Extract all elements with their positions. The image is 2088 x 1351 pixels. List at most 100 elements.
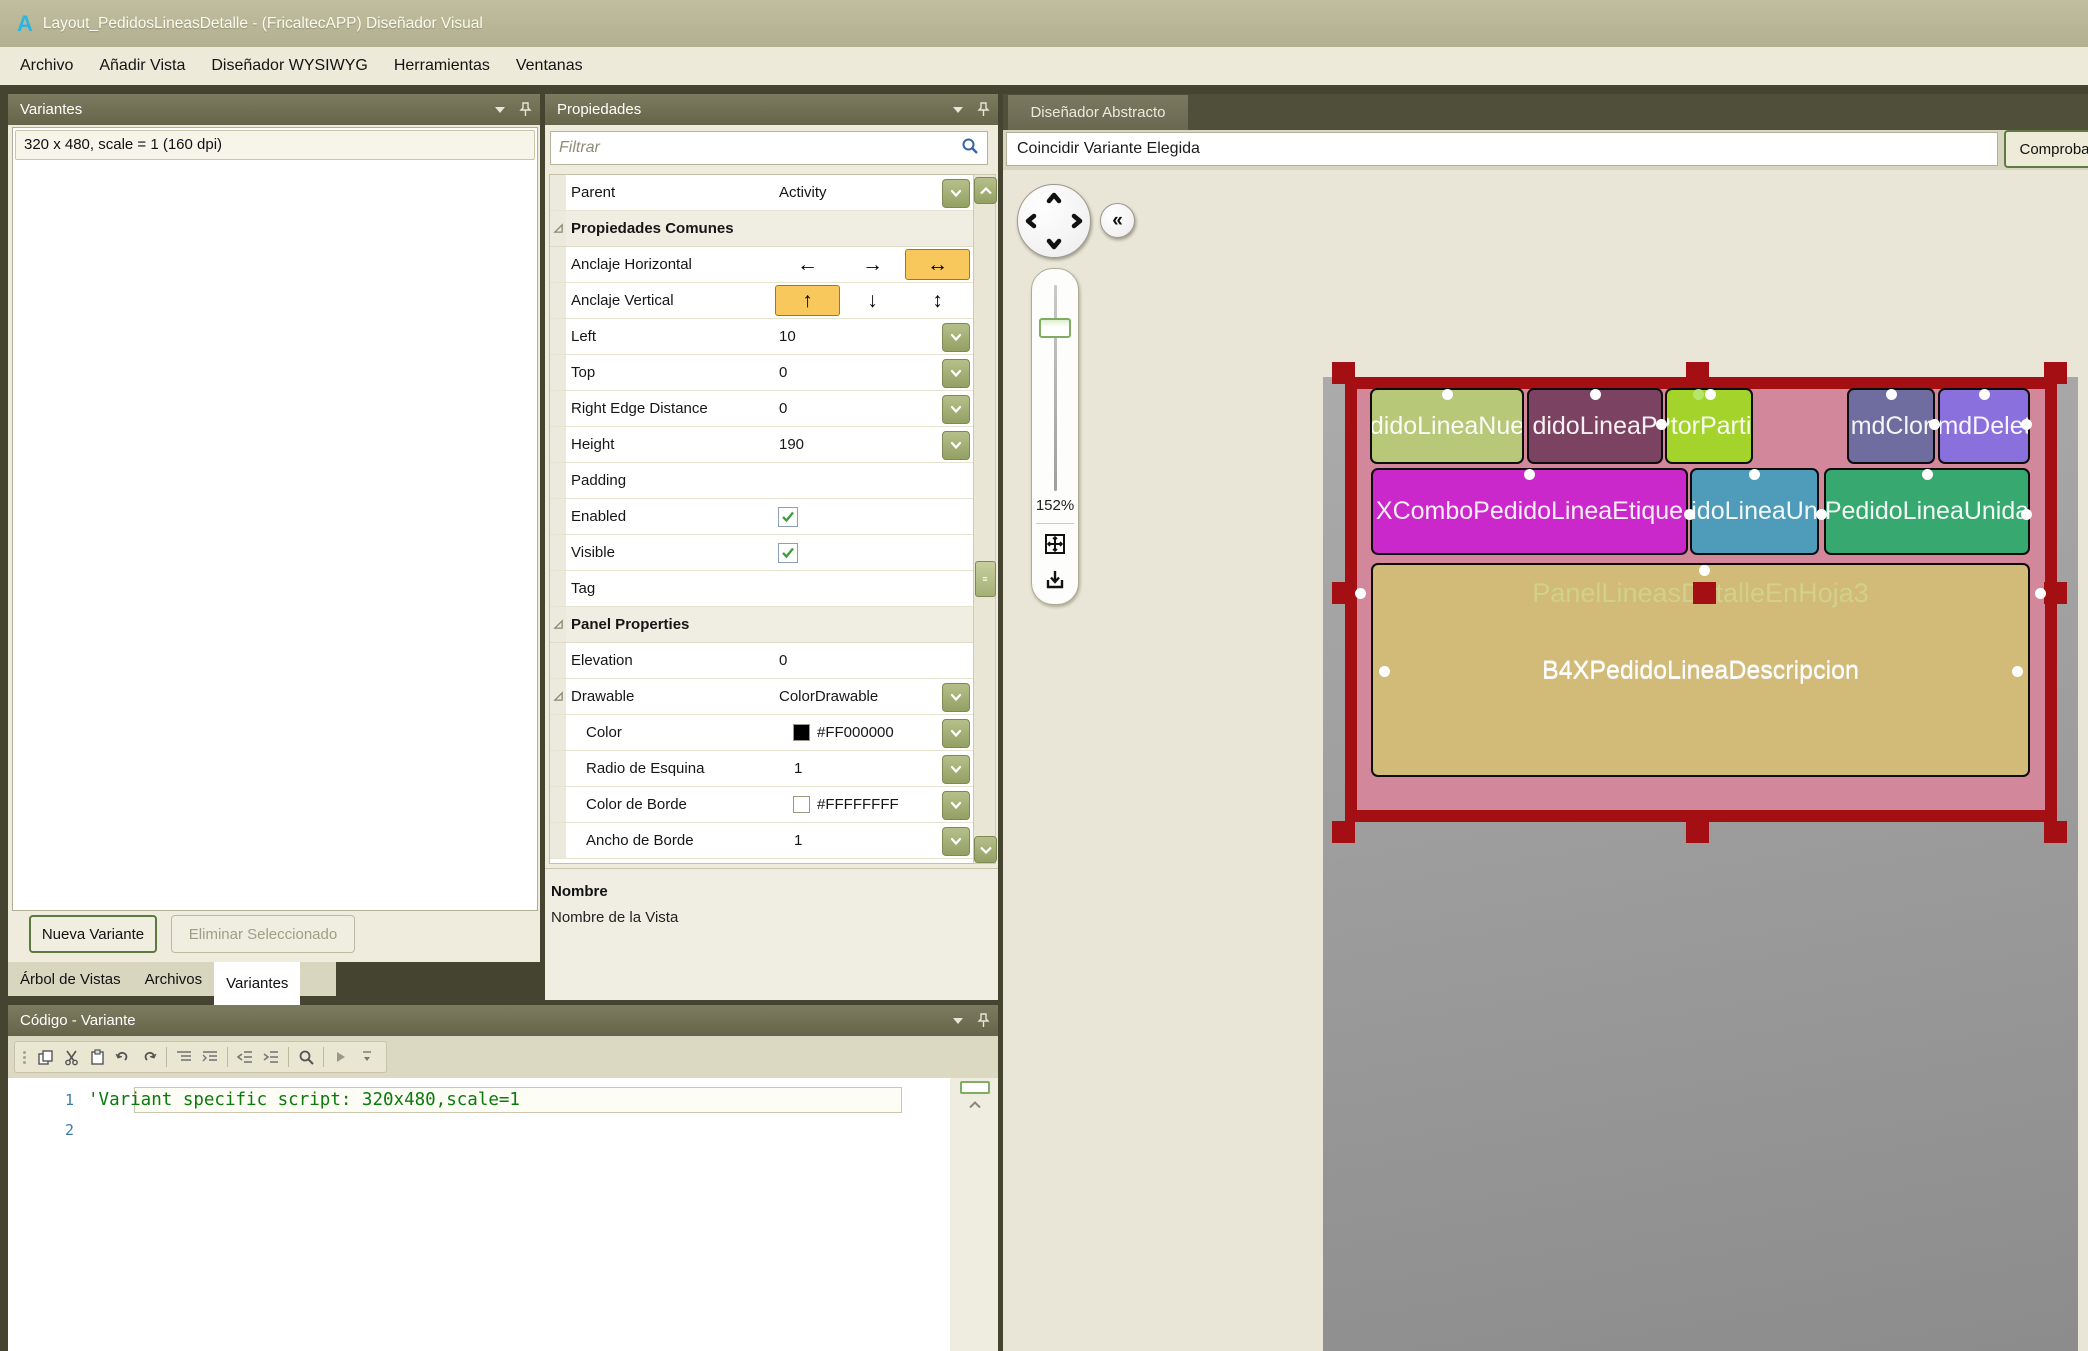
dock-tab-árbol-de-vistas[interactable]: Árbol de Vistas [8,962,133,996]
property-row-parent[interactable]: ParentActivity [550,175,973,211]
property-value[interactable] [775,499,973,534]
panel-menu-icon[interactable] [495,107,505,113]
dropdown-button[interactable] [942,395,970,424]
property-value[interactable]: 1 [790,751,973,786]
search-icon[interactable] [293,1045,319,1069]
anchor-dot[interactable] [1816,509,1827,520]
anchor-both-horizontal-icon[interactable]: ↔ [905,249,970,280]
outdent-block-icon[interactable] [232,1045,258,1069]
property-row-anclaje-horizontal[interactable]: Anclaje Horizontal←→↔ [550,247,973,283]
selection-handle[interactable] [1693,582,1716,604]
expand-triangle-icon[interactable] [550,679,566,714]
dropdown-button[interactable] [942,323,970,352]
selection-handle[interactable] [1332,582,1355,604]
anchor-both-vertical-icon[interactable]: ↕ [905,284,970,318]
anchor-dot[interactable] [1590,389,1601,400]
property-row-visible[interactable]: Visible [550,535,973,571]
pin-icon[interactable] [977,102,990,117]
dropdown-button[interactable] [942,827,970,856]
checkbox-enabled[interactable] [778,507,798,527]
code-editor-scrollbar[interactable] [952,1078,998,1351]
fit-to-screen-icon[interactable] [1040,530,1070,557]
anchor-dot[interactable] [1886,389,1897,400]
property-row-anclaje-vertical[interactable]: Anclaje Vertical↑↓↕ [550,283,973,319]
panel-menu-icon[interactable] [953,107,963,113]
anchor-bottom-icon[interactable]: ↓ [840,284,905,318]
property-value[interactable]: ↑↓↕ [775,283,973,318]
undo-icon[interactable] [110,1045,136,1069]
anchor-dot[interactable] [1656,419,1667,430]
variant-match-combobox[interactable]: Coincidir Variante Elegida [1006,132,1998,166]
property-grid-scrollbar[interactable]: ≡ [973,174,996,864]
menu-item-ventanas[interactable]: Ventanas [503,47,596,85]
tab-disenador-abstracto[interactable]: Diseñador Abstracto [1008,95,1188,130]
property-value[interactable] [775,463,973,498]
property-value[interactable] [775,535,973,570]
pin-icon[interactable] [519,102,532,117]
selection-handle[interactable] [1686,362,1709,384]
menu-item-añadir-vista[interactable]: Añadir Vista [86,47,198,85]
menu-item-archivo[interactable]: Archivo [7,47,86,85]
anchor-dot[interactable] [2012,666,2023,677]
abstract-designer-canvas[interactable]: « 152% didoLineaNuedidoLineaPPtorParticm… [1003,170,2088,1351]
anchor-dot[interactable] [1929,419,1940,430]
zoom-slider-track[interactable] [1054,285,1057,491]
menu-item-diseñador-wysiwyg[interactable]: Diseñador WYSIWYG [198,47,380,85]
anchor-dot[interactable] [1749,469,1760,480]
indent-list-2-icon[interactable] [197,1045,223,1069]
selection-handle[interactable] [1686,821,1709,843]
dropdown-button[interactable] [942,431,970,460]
anchor-dot-green[interactable] [1693,389,1704,400]
code-line[interactable]: 2 [8,1116,950,1144]
dropdown-button[interactable] [942,179,970,208]
panel-menu-icon[interactable] [953,1018,963,1024]
zoom-slider[interactable]: 152% [1031,268,1079,605]
collapse-left-icon[interactable]: « [1100,203,1135,238]
menu-item-herramientas[interactable]: Herramientas [381,47,503,85]
scrollbar-thumb[interactable]: ≡ [975,561,996,597]
code-line[interactable]: 1'Variant specific script: 320x480,scale… [8,1086,950,1114]
anchor-dot[interactable] [1684,509,1695,520]
property-value[interactable]: 190 [775,427,973,462]
view-box-row2-0[interactable]: XComboPedidoLineaEtique [1371,468,1688,555]
property-value[interactable]: Activity [775,175,973,210]
color-swatch[interactable] [793,724,810,741]
copy-icon[interactable] [32,1045,58,1069]
property-row-tag[interactable]: Tag [550,571,973,607]
scroll-up-icon[interactable] [974,177,997,204]
anchor-dot[interactable] [1442,389,1453,400]
property-value[interactable]: 10 [775,319,973,354]
anchor-dot[interactable] [1524,469,1535,480]
dropdown-button[interactable] [942,791,970,820]
property-value[interactable]: 1 [790,823,973,858]
scrollbar-thumb[interactable] [960,1081,990,1094]
filter-input[interactable]: Filtrar [550,131,988,165]
property-row-drawable[interactable]: DrawableColorDrawable [550,679,973,715]
anchor-top-icon[interactable]: ↑ [775,285,840,316]
property-value[interactable] [775,571,973,606]
property-group-panel-properties[interactable]: Panel Properties [550,607,973,643]
pin-icon[interactable] [977,1013,990,1028]
property-value[interactable]: 0 [775,391,973,426]
property-row-radio-de-esquina[interactable]: Radio de Esquina1 [550,751,973,787]
redo-icon[interactable] [136,1045,162,1069]
property-value[interactable]: 0 [775,643,973,678]
selection-handle[interactable] [2044,821,2067,843]
anchor-left-icon[interactable]: ← [775,248,840,282]
run-icon[interactable] [328,1045,354,1069]
anchor-dot[interactable] [1979,389,1990,400]
more-icon[interactable] [354,1045,380,1069]
view-box-row2-1[interactable]: idoLineaUn [1690,468,1819,555]
property-group-propiedades-comunes[interactable]: Propiedades Comunes [550,211,973,247]
code-editor[interactable]: 1'Variant specific script: 320x480,scale… [8,1078,950,1351]
cut-icon[interactable] [58,1045,84,1069]
anchor-dot[interactable] [2035,588,2046,599]
property-row-height[interactable]: Height190 [550,427,973,463]
property-row-ancho-de-borde[interactable]: Ancho de Borde1 [550,823,973,859]
expand-triangle-icon[interactable] [550,607,566,642]
indent-list-icon[interactable] [171,1045,197,1069]
snap-download-icon[interactable] [1040,565,1070,592]
property-row-top[interactable]: Top0 [550,355,973,391]
property-value[interactable]: ColorDrawable [775,679,973,714]
dropdown-button[interactable] [942,359,970,388]
